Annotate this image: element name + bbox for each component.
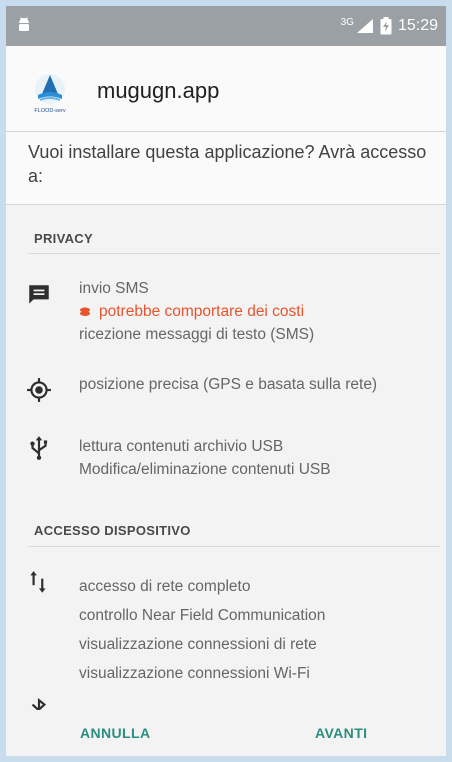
message-icon: [29, 285, 49, 304]
coins-icon: [80, 307, 90, 316]
permissions-list[interactable]: PRIVACY invio SMS potrebbe comportare de…: [6, 205, 446, 710]
next-button[interactable]: AVANTI: [315, 710, 367, 756]
permission-sms: invio SMS potrebbe comportare dei costi …: [79, 277, 429, 346]
status-bar: 3G 15:29: [6, 6, 446, 46]
clock: 15:29: [397, 17, 438, 34]
cost-warning-text: potrebbe comportare dei costi: [99, 303, 305, 320]
permission-line: ricezione messaggi di testo (SMS): [79, 326, 315, 343]
permission-line: visualizzazione connessioni di rete: [79, 636, 317, 653]
permission-usb-storage: lettura contenuti archivio USB Modifica/…: [79, 435, 429, 481]
permission-line: lettura contenuti archivio USB: [79, 438, 284, 455]
cost-warning: potrebbe comportare dei costi: [79, 300, 429, 323]
app-name: mugugn.app: [97, 78, 220, 103]
network-type: 3G: [340, 16, 354, 28]
install-dialog: 3G 15:29 FLOOD-serv mugugn.app Vuoi inst…: [6, 6, 446, 756]
android-icon: [19, 17, 29, 31]
bluetooth-icon: [31, 697, 47, 710]
network-arrows-icon: [30, 571, 46, 593]
section-title-device-access: ACCESSO DISPOSITIVO: [34, 523, 191, 538]
signal-icon: [356, 19, 373, 33]
app-header: FLOOD-serv mugugn.app: [6, 46, 446, 131]
battery-icon: [380, 17, 392, 35]
section-divider: [28, 253, 440, 254]
permission-line: Modifica/eliminazione contenuti USB: [79, 461, 331, 478]
install-question: Vuoi installare questa applicazione? Avr…: [28, 142, 427, 186]
divider: [6, 131, 446, 132]
permission-line: controllo Near Field Communication: [79, 607, 326, 624]
section-divider: [28, 546, 440, 547]
app-icon: FLOOD-serv: [34, 74, 66, 114]
app-icon-caption: FLOOD-serv: [34, 108, 65, 114]
permission-line: posizione precisa (GPS e basata sulla re…: [79, 376, 378, 393]
permission-location: posizione precisa (GPS e basata sulla re…: [79, 373, 429, 396]
dialog-footer: ANNULLA AVANTI: [6, 710, 446, 756]
location-icon: [27, 378, 51, 402]
permission-line: visualizzazione connessioni Wi-Fi: [79, 665, 310, 682]
cancel-button[interactable]: ANNULLA: [80, 710, 150, 756]
section-title-privacy: PRIVACY: [34, 231, 93, 246]
usb-icon: [30, 436, 48, 460]
permission-line: accesso di rete completo: [79, 578, 251, 595]
permission-line: invio SMS: [79, 280, 149, 297]
permission-network: accesso di rete completo controllo Near …: [79, 572, 429, 688]
